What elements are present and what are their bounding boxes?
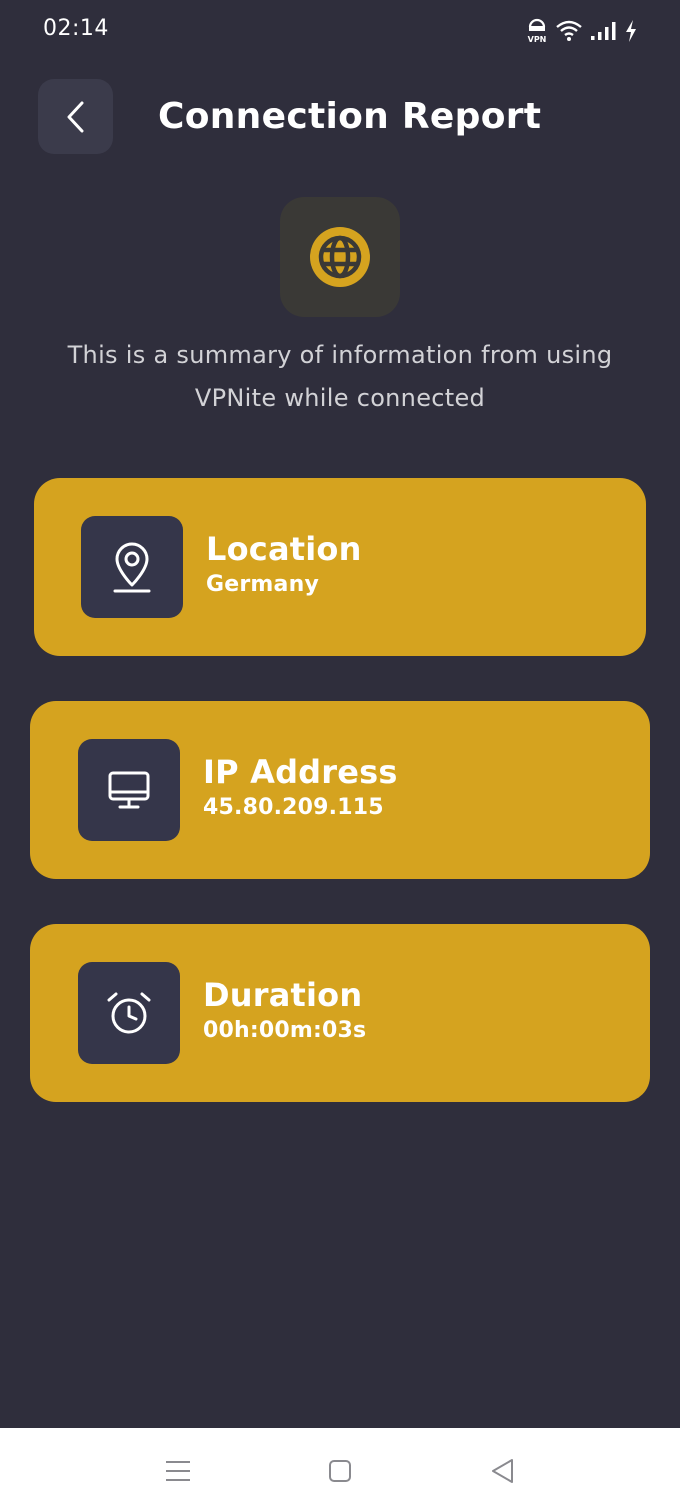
globe-icon [310,227,370,287]
duration-icon-box [78,962,180,1064]
back-button[interactable] [38,79,113,154]
home-icon [329,1460,351,1482]
ip-address-value: 45.80.209.115 [203,795,384,820]
status-time: 02:14 [43,16,109,41]
vpn-icon: VPN [526,18,548,44]
back-triangle-icon [492,1459,513,1483]
location-card: Location Germany [34,478,646,656]
ip-icon-box [78,739,180,841]
status-icons: VPN [526,17,638,45]
back-nav-button[interactable] [488,1456,518,1486]
wifi-icon [556,20,582,42]
location-value: Germany [206,572,320,597]
menu-button[interactable] [163,1456,193,1486]
location-icon-box [81,516,183,618]
chevron-left-icon [67,101,83,132]
page-title: Connection Report [158,96,542,137]
status-bar: 02:14 VPN [0,0,680,60]
ip-address-title: IP Address [203,753,398,791]
location-pin-icon [113,542,151,593]
location-title: Location [206,530,362,568]
signal-icon [590,21,616,41]
home-button[interactable] [325,1456,355,1486]
monitor-icon [108,771,150,809]
summary-text: This is a summary of information from us… [67,341,613,412]
hero-icon-box [280,197,400,317]
alarm-clock-icon [107,992,151,1034]
charging-icon [624,19,638,43]
menu-icon [166,1461,190,1481]
connection-report-screen: 02:14 VPN Connection Report This is a su… [0,0,680,1511]
vpn-label: VPN [528,35,547,44]
system-nav-bar [0,1428,680,1511]
duration-title: Duration [203,976,363,1014]
duration-value: 00h:00m:03s [203,1018,367,1043]
duration-card: Duration 00h:00m:03s [30,924,650,1102]
ip-address-card: IP Address 45.80.209.115 [30,701,650,879]
